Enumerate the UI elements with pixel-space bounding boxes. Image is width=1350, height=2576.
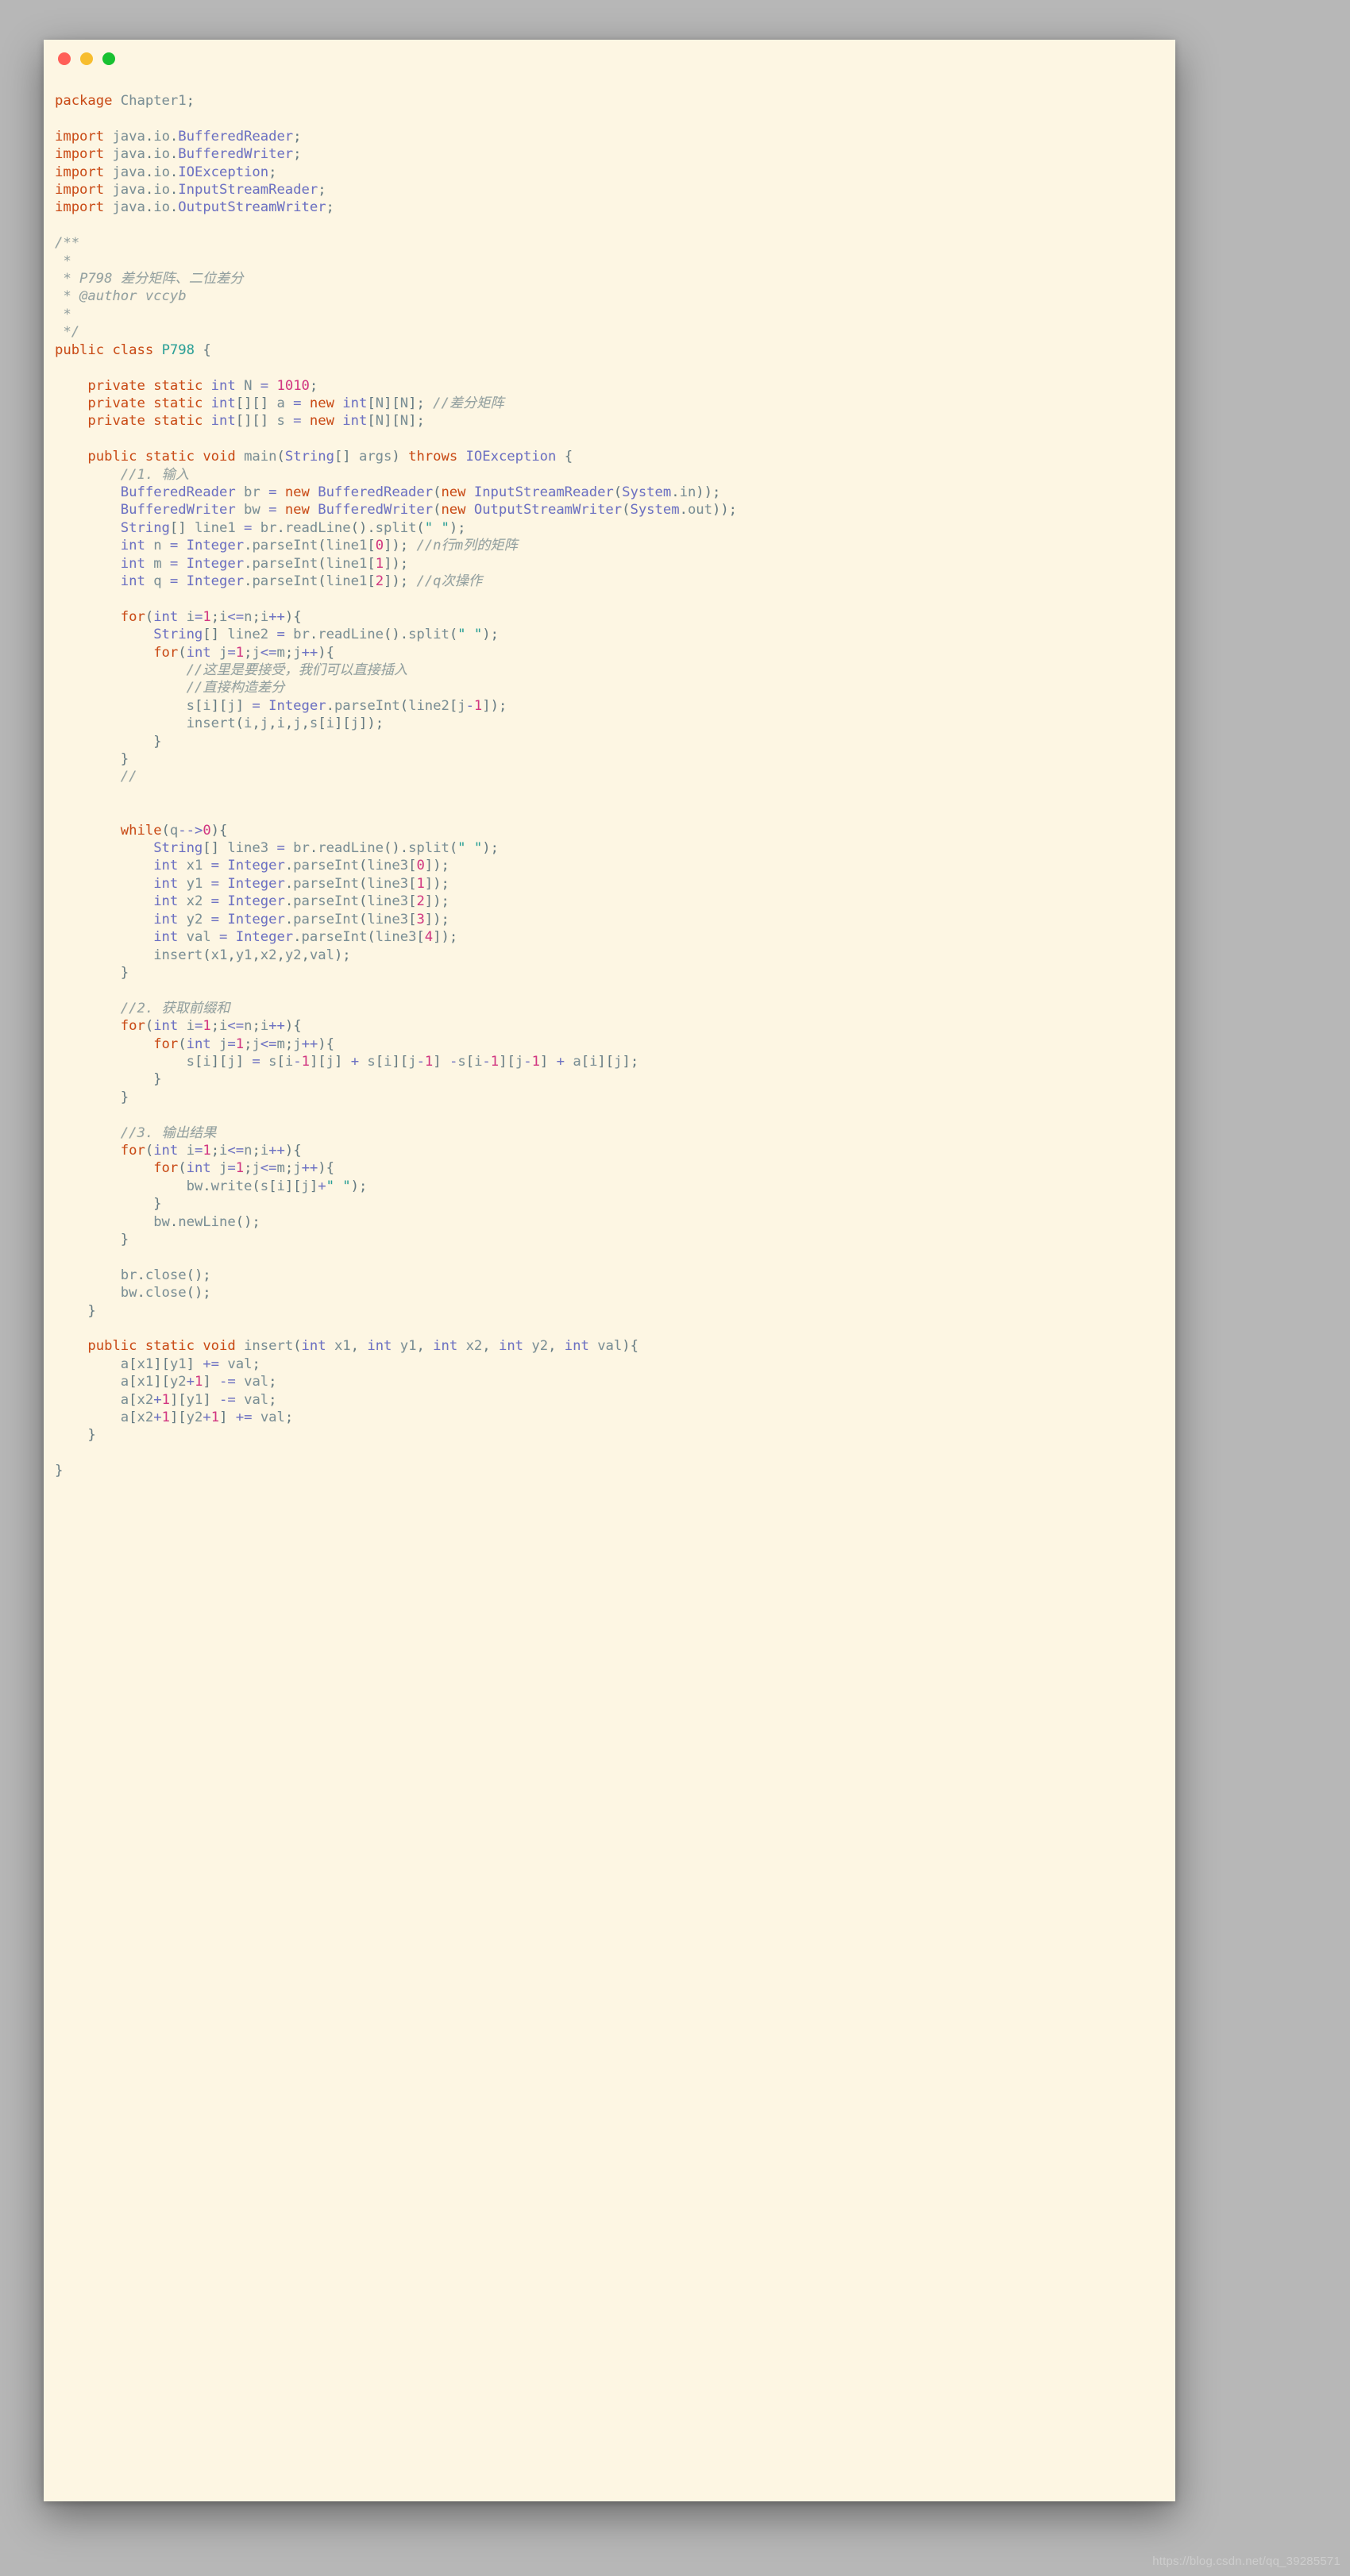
code-line: String[] line2 = br.readLine().split(" "…	[153, 627, 499, 643]
code-line: for(int i=1;i<=n;i++){	[120, 608, 302, 625]
code-snippet-window: package Chapter1; import java.io.Buffere…	[44, 40, 1175, 2501]
code-line: insert(x1,y1,x2,y2,val);	[153, 947, 351, 963]
code-line: for(int j=1;j<=m;j++){	[153, 1035, 334, 1052]
code-line: //这里是要接受，我们可以直接插入	[186, 662, 408, 678]
code-line: a[x1][y2+1] -= val;	[120, 1374, 277, 1390]
code-line: bw.newLine();	[153, 1213, 260, 1230]
code-line: bw.write(s[i][j]+" ");	[186, 1178, 368, 1194]
code-line: s[i][j] = s[i-1][j] + s[i][j-1] -s[i-1][…	[186, 1053, 639, 1070]
code-line: * @author vccyb	[55, 288, 187, 305]
code-line: import java.io.OutputStreamWriter;	[55, 199, 334, 216]
code-line: public static void main(String[] args) t…	[87, 449, 573, 465]
code-line: int val = Integer.parseInt(line3[4]);	[153, 929, 458, 946]
code-line: br.close();	[120, 1267, 211, 1283]
code-line: }	[55, 1232, 129, 1248]
code-line: import java.io.BufferedWriter;	[55, 146, 302, 163]
close-button-icon[interactable]	[58, 52, 71, 65]
code-line: }	[55, 751, 129, 768]
code-line: //2. 获取前缀和	[120, 1000, 230, 1016]
code-line: }	[55, 1089, 129, 1105]
code-line: import java.io.BufferedReader;	[55, 128, 302, 145]
code-line: String[] line3 = br.readLine().split(" "…	[153, 840, 499, 857]
code-line: private static int[][] s = new int[N][N]…	[87, 413, 425, 430]
code-line: //3. 输出结果	[120, 1124, 217, 1141]
code-line: a[x2+1][y2+1] += val;	[120, 1409, 294, 1426]
code-line: BufferedWriter bw = new BufferedWriter(n…	[120, 502, 738, 519]
code-line: /**	[55, 235, 80, 252]
code-line: for(int j=1;j<=m;j++){	[153, 644, 334, 661]
code-block: package Chapter1; import java.io.Buffere…	[44, 78, 1175, 1480]
code-line: int q = Integer.parseInt(line1[2]); //q次…	[120, 573, 483, 589]
code-line: }	[55, 1071, 162, 1088]
code-line: }	[55, 1196, 162, 1213]
code-line: package Chapter1;	[55, 93, 195, 109]
code-line: insert(i,j,i,j,s[i][j]);	[186, 715, 384, 732]
code-line: * P798 差分矩阵、二位差分	[55, 271, 244, 287]
code-line: }	[55, 964, 129, 981]
code-line: for(int j=1;j<=m;j++){	[153, 1160, 334, 1177]
code-line: for(int i=1;i<=n;i++){	[120, 1018, 302, 1035]
code-line: int x2 = Integer.parseInt(line3[2]);	[153, 893, 449, 910]
code-line: private static int[][] a = new int[N][N]…	[87, 395, 504, 411]
code-line: }	[55, 1463, 64, 1479]
watermark-text: https://blog.csdn.net/qq_39285571	[1152, 2555, 1340, 2568]
code-line: import java.io.InputStreamReader;	[55, 182, 326, 199]
maximize-button-icon[interactable]	[102, 52, 115, 65]
code-line: int y1 = Integer.parseInt(line3[1]);	[153, 875, 449, 892]
code-line: public static void insert(int x1, int y1…	[87, 1338, 638, 1355]
code-line: *	[55, 306, 71, 322]
code-line: */	[55, 324, 80, 341]
code-line: //	[120, 769, 137, 785]
code-line: BufferedReader br = new BufferedReader(n…	[120, 484, 721, 500]
window-titlebar	[44, 40, 1175, 78]
code-line: int x1 = Integer.parseInt(line3[0]);	[153, 858, 449, 874]
code-line: String[] line1 = br.readLine().split(" "…	[120, 519, 466, 536]
code-line: }	[55, 733, 162, 750]
code-line: int m = Integer.parseInt(line1[1]);	[120, 555, 409, 572]
code-line: while(q-->0){	[120, 822, 228, 839]
code-line: import java.io.IOException;	[55, 164, 277, 180]
code-line: s[i][j] = Integer.parseInt(line2[j-1]);	[186, 697, 507, 714]
code-line: int n = Integer.parseInt(line1[0]); //n行…	[120, 538, 518, 554]
minimize-button-icon[interactable]	[80, 52, 93, 65]
code-line: int y2 = Integer.parseInt(line3[3]);	[153, 911, 449, 927]
code-line: //1. 输入	[120, 466, 189, 483]
code-line: for(int i=1;i<=n;i++){	[120, 1142, 302, 1159]
code-line: a[x2+1][y1] -= val;	[120, 1391, 277, 1408]
code-line: bw.close();	[120, 1285, 211, 1301]
code-line: }	[55, 1427, 96, 1444]
code-line: }	[55, 1302, 96, 1319]
code-line: //直接构造差分	[186, 680, 285, 696]
code-line: a[x1][y1] += val;	[120, 1355, 260, 1372]
code-line: *	[55, 253, 71, 269]
code-line: private static int N = 1010;	[87, 377, 318, 394]
code-line: public class P798 {	[55, 341, 211, 358]
